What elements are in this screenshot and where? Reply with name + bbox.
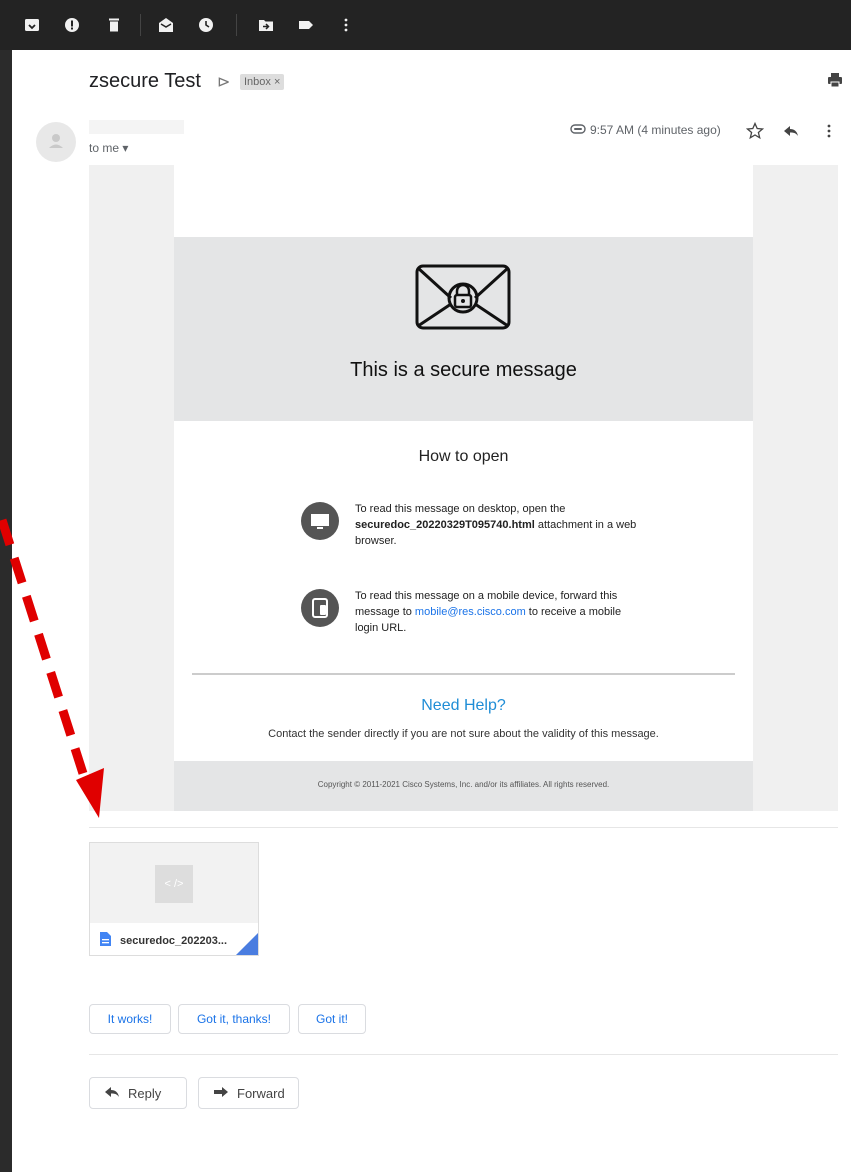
actions-divider xyxy=(89,1054,838,1055)
desktop-instructions: To read this message on desktop, open th… xyxy=(355,501,645,549)
smart-reply-chip[interactable]: It works! xyxy=(89,1004,171,1034)
reply-button[interactable]: Reply xyxy=(89,1077,187,1109)
sender-name-redacted xyxy=(89,120,184,134)
copyright-footer: Copyright © 2011-2021 Cisco Systems, Inc… xyxy=(174,761,753,811)
inbox-label-chip[interactable]: Inbox × xyxy=(240,74,285,90)
attachments-divider xyxy=(89,827,838,828)
attachment-filename: securedoc_20220329T095740.html xyxy=(355,519,535,531)
mark-unread-icon[interactable] xyxy=(158,17,174,33)
document-icon xyxy=(100,932,111,946)
desktop-icon xyxy=(301,502,339,540)
message-view: zsecure Test ⊳ Inbox × to me ▾ 9:57 AM (… xyxy=(12,50,851,1172)
sender-avatar[interactable] xyxy=(36,122,76,162)
reply-icon[interactable] xyxy=(782,122,800,140)
message-subject: zsecure Test xyxy=(89,70,201,92)
reply-label: Reply xyxy=(128,1085,162,1101)
archive-icon[interactable] xyxy=(24,17,40,33)
mobile-instructions: To read this message on a mobile device,… xyxy=(355,588,645,636)
mobile-device-icon xyxy=(301,589,339,627)
mobile-email-link[interactable]: mobile@res.cisco.com xyxy=(415,606,526,618)
desktop-instructions-text: To read this message on desktop, open th… xyxy=(355,503,566,515)
recipient-details-toggle[interactable]: to me ▾ xyxy=(89,141,128,155)
more-vert-icon[interactable] xyxy=(338,17,354,33)
print-icon[interactable] xyxy=(827,72,843,88)
copyright-text: Copyright © 2011-2021 Cisco Systems, Inc… xyxy=(317,780,610,789)
attachment-preview: < /> xyxy=(90,843,258,923)
snooze-icon[interactable] xyxy=(198,17,214,33)
reply-arrow-icon xyxy=(104,1085,120,1102)
move-to-icon[interactable] xyxy=(258,17,274,33)
file-corner-fold xyxy=(236,933,258,955)
message-meta: 9:57 AM (4 minutes ago) xyxy=(570,123,721,137)
forward-arrow-icon xyxy=(213,1085,229,1102)
message-toolbar xyxy=(0,0,851,50)
secure-message-card: This is a secure message How to open To … xyxy=(174,165,753,811)
attachment-clip-icon xyxy=(570,123,586,137)
attachment-name: securedoc_202203... xyxy=(120,935,228,947)
email-body: This is a secure message How to open To … xyxy=(89,165,838,811)
importance-marker-icon[interactable]: ⊳ xyxy=(217,72,230,92)
contact-sender-note: Contact the sender directly if you are n… xyxy=(268,728,659,740)
message-time: 9:57 AM (4 minutes ago) xyxy=(590,123,721,137)
more-options-icon[interactable] xyxy=(820,122,838,140)
secure-message-title: This is a secure message xyxy=(350,359,577,381)
content-divider xyxy=(192,673,735,675)
label-icon[interactable] xyxy=(298,17,314,33)
code-file-icon: < /> xyxy=(155,865,193,903)
need-help-link[interactable]: Need Help? xyxy=(174,697,753,715)
smart-reply-chip[interactable]: Got it! xyxy=(298,1004,366,1034)
locked-envelope-icon xyxy=(415,264,511,335)
forward-label: Forward xyxy=(237,1085,285,1101)
attachment-card[interactable]: < /> securedoc_202203... xyxy=(89,842,259,956)
smart-reply-chip[interactable]: Got it, thanks! xyxy=(178,1004,290,1034)
forward-button[interactable]: Forward xyxy=(198,1077,299,1109)
how-to-open-heading: How to open xyxy=(418,448,509,465)
star-icon[interactable] xyxy=(745,121,765,140)
toolbar-divider xyxy=(140,14,141,36)
report-spam-icon[interactable] xyxy=(64,17,80,33)
toolbar-divider xyxy=(236,14,237,36)
secure-banner: This is a secure message xyxy=(174,237,753,421)
delete-icon[interactable] xyxy=(106,17,122,33)
